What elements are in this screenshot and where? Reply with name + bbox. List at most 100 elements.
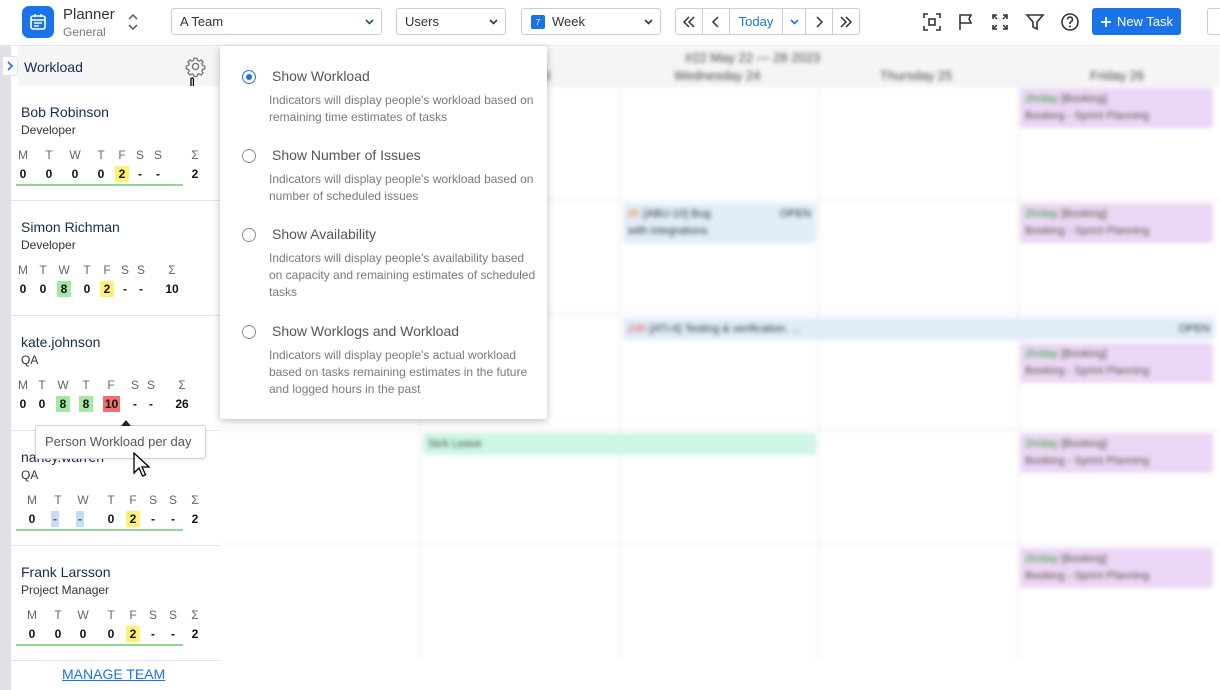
group-select[interactable]: Users xyxy=(396,8,506,35)
day-label: M xyxy=(18,378,28,392)
team-select[interactable]: A Team xyxy=(171,8,382,35)
option-label[interactable]: Show Worklogs and Workload xyxy=(272,323,459,339)
sum-label: Σ xyxy=(178,378,186,392)
app-title: Planner xyxy=(63,6,115,23)
workload-value[interactable]: 0 xyxy=(68,166,82,182)
expand-chevron-icon[interactable] xyxy=(2,56,18,76)
today-button[interactable]: Today xyxy=(729,8,783,35)
workload-value[interactable]: 0 xyxy=(104,626,118,642)
workload-value[interactable]: 2 xyxy=(115,166,129,182)
radio[interactable] xyxy=(242,149,256,163)
day-values: 0 0 0 0 2 - - 2 xyxy=(16,626,208,642)
chevron-left-icon[interactable] xyxy=(702,8,730,35)
workload-value[interactable]: 0 xyxy=(42,166,56,182)
workload-value[interactable]: - xyxy=(118,281,132,297)
workload-value[interactable]: 0 xyxy=(80,281,94,297)
gear-icon[interactable] xyxy=(185,56,206,78)
day-label: S xyxy=(148,493,157,507)
workload-value[interactable]: 8 xyxy=(57,281,71,297)
workload-value[interactable]: 0 xyxy=(25,626,39,642)
top-toolbar: Planner General A Team Users 7 Week Toda… xyxy=(0,0,1220,46)
booking-event[interactable]: 2h/day [Booking] Booking - Sprint Plannin… xyxy=(1020,203,1213,243)
person-name[interactable]: Frank Larsson xyxy=(21,564,110,580)
workload-value[interactable]: 0 xyxy=(51,626,65,642)
option-label[interactable]: Show Number of Issues xyxy=(272,147,421,163)
double-chevron-right-icon[interactable] xyxy=(832,8,860,35)
event-title: [Booking] xyxy=(1061,553,1107,565)
radio-selected[interactable] xyxy=(242,70,256,84)
workload-value[interactable]: 0 xyxy=(76,626,90,642)
booking-event[interactable]: 2h/day [Booking] Booking - Sprint Plannin… xyxy=(1020,88,1213,128)
person-name[interactable]: Bob Robinson xyxy=(21,104,109,120)
fullscreen-icon[interactable] xyxy=(988,10,1012,34)
booking-event[interactable]: 2h/day [Booking] Booking - Sprint Plannin… xyxy=(1020,548,1213,588)
double-chevron-left-icon[interactable] xyxy=(675,8,703,35)
more-button[interactable] xyxy=(1207,8,1220,35)
day-values: 0 0 8 8 10 - - 26 xyxy=(16,396,208,412)
workload-value[interactable]: 0 xyxy=(35,396,49,412)
help-icon[interactable] xyxy=(1058,10,1082,34)
focus-icon[interactable] xyxy=(920,10,944,34)
workload-value[interactable]: 0 xyxy=(16,166,30,182)
workload-value[interactable]: 8 xyxy=(79,396,93,412)
person-row: kate.johnson QA M T W T F S S Σ 0 0 8 8 … xyxy=(11,316,220,431)
day-label: T xyxy=(45,148,53,162)
chevron-right-icon[interactable] xyxy=(805,8,833,35)
workload-value[interactable]: 0 xyxy=(94,166,108,182)
radio[interactable] xyxy=(242,325,256,339)
workload-value[interactable]: - xyxy=(134,281,148,297)
workload-value[interactable]: - xyxy=(146,511,160,527)
person-name[interactable]: Simon Richman xyxy=(21,219,120,235)
sick-leave-event[interactable]: Sick Leave xyxy=(423,433,816,455)
workload-value[interactable]: - xyxy=(166,511,180,527)
workload-value[interactable]: 0 xyxy=(36,281,50,297)
flag-icon[interactable] xyxy=(954,10,978,34)
workload-value[interactable]: - xyxy=(144,396,158,412)
event-status: OPEN xyxy=(779,208,811,220)
app-switcher-icon[interactable] xyxy=(126,11,140,33)
booking-event[interactable]: 2h/day [Booking] Booking - Sprint Plannin… xyxy=(1020,433,1213,473)
workload-value[interactable]: 0 xyxy=(16,281,30,297)
workload-value[interactable]: - xyxy=(133,166,147,182)
person-name[interactable]: kate.johnson xyxy=(21,334,100,350)
view-select[interactable]: 7 Week xyxy=(521,8,661,35)
option-label[interactable]: Show Workload xyxy=(272,68,370,84)
today-dropdown-chevron-icon[interactable] xyxy=(782,8,806,35)
person-role: Developer xyxy=(21,238,76,252)
workload-value[interactable]: 10 xyxy=(103,396,120,412)
testing-event[interactable]: 24h [ATI-6] Testing & verification. ... … xyxy=(623,318,1215,340)
day-label: W xyxy=(77,493,89,507)
option-label[interactable]: Show Availability xyxy=(272,226,376,242)
day-label: T xyxy=(82,378,90,392)
workload-value[interactable]: 0 xyxy=(16,396,30,412)
grid-line xyxy=(1018,86,1019,660)
person-row: Frank Larsson Project Manager M T W T F … xyxy=(11,546,220,661)
radio[interactable] xyxy=(242,228,256,242)
workload-value[interactable]: 2 xyxy=(126,626,140,642)
workload-value[interactable]: 8 xyxy=(56,396,70,412)
workload-value[interactable]: - xyxy=(76,511,84,527)
workload-value[interactable]: - xyxy=(146,626,160,642)
bug-event[interactable]: 8h [ABU-10] Bug OPEN with integrations xyxy=(623,203,816,243)
planner-icon[interactable] xyxy=(22,6,54,38)
day-label: T xyxy=(38,378,46,392)
workload-value[interactable]: - xyxy=(128,396,142,412)
workload-value[interactable]: 0 xyxy=(25,511,39,527)
workload-value[interactable]: - xyxy=(166,626,180,642)
sum-label: Σ xyxy=(191,608,199,622)
day-headers: M T W T F S S Σ xyxy=(16,378,208,392)
workload-sum: 10 xyxy=(165,282,179,296)
day-label: S xyxy=(130,378,139,392)
grid-line xyxy=(220,544,1220,545)
workload-value[interactable]: 2 xyxy=(126,511,140,527)
manage-team-link[interactable]: MANAGE TEAM xyxy=(62,666,165,682)
day-label: F xyxy=(107,378,115,392)
view-select-value: Week xyxy=(552,14,585,29)
workload-value[interactable]: - xyxy=(51,511,59,527)
workload-value[interactable]: 2 xyxy=(100,281,114,297)
booking-event[interactable]: 2h/day [Booking] Booking - Sprint Plannin… xyxy=(1020,343,1213,383)
new-task-button[interactable]: New Task xyxy=(1092,8,1181,35)
workload-value[interactable]: 0 xyxy=(104,511,118,527)
filter-icon[interactable] xyxy=(1023,10,1047,34)
workload-value[interactable]: - xyxy=(151,166,165,182)
